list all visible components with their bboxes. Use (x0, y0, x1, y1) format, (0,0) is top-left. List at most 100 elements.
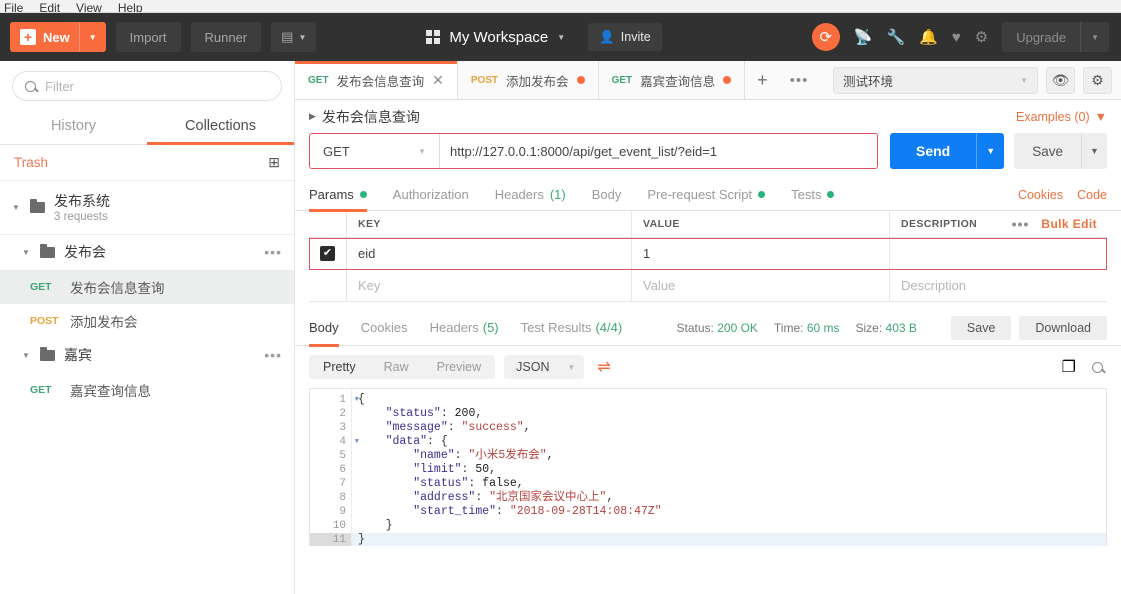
bulk-edit-link[interactable]: Bulk Edit (1041, 217, 1097, 231)
eye-icon: 👁 (1051, 71, 1070, 88)
workspace-name[interactable]: My Workspace (449, 29, 548, 46)
response-tab-body[interactable]: Body (309, 310, 339, 347)
row-description[interactable] (890, 238, 1107, 269)
sidebar-folder-发布会[interactable]: ▼ 发布会 ••• (0, 235, 294, 270)
environment-settings-button[interactable]: ⚙ (1083, 66, 1112, 94)
method-select[interactable]: GET ▼ (310, 134, 440, 168)
view-mode-preview[interactable]: Preview (423, 355, 495, 379)
gear-icon[interactable]: ⚙ (975, 28, 988, 46)
method-badge: POST (30, 314, 59, 327)
params-more-icon[interactable]: ••• (1012, 216, 1030, 232)
open-new-button[interactable]: ▤ ▼ (271, 22, 317, 52)
chevron-down-icon[interactable]: ▼ (22, 248, 31, 257)
response-save-button[interactable]: Save (950, 315, 1012, 340)
cookies-link[interactable]: Cookies (1018, 188, 1063, 202)
subtab-authorization[interactable]: Authorization (393, 179, 469, 211)
fold-toggle-icon[interactable]: ▼ (355, 435, 359, 449)
collection-row[interactable]: ▼ 发布系统 3 requests (0, 181, 294, 235)
format-select[interactable]: JSON ▼ (504, 355, 585, 379)
new-dropdown-caret[interactable]: ▼ (78, 22, 106, 52)
status-label: Status: (676, 320, 714, 335)
sidebar-request-添加发布会[interactable]: POST 添加发布会 (0, 304, 294, 338)
sidebar-request-嘉宾查询信息[interactable]: GET 嘉宾查询信息 (0, 373, 294, 407)
save-dropdown-caret[interactable]: ▼ (1081, 133, 1107, 169)
chevron-down-icon[interactable]: ▼ (22, 351, 31, 360)
tab-more-icon[interactable]: ••• (780, 61, 819, 99)
word-wrap-icon[interactable]: ⇌ (593, 357, 614, 377)
environment-quick-look-button[interactable]: 👁 (1046, 66, 1075, 94)
response-tab-cookies[interactable]: Cookies (361, 310, 408, 346)
tab-method: GET (308, 74, 329, 86)
view-mode-raw[interactable]: Raw (370, 355, 423, 379)
heart-icon[interactable]: ♥ (952, 29, 961, 46)
response-tab-test-results[interactable]: Test Results (4/4) (521, 310, 623, 346)
subtab-headers[interactable]: Headers (1) (495, 179, 566, 211)
send-dropdown-caret[interactable]: ▼ (976, 133, 1005, 169)
environment-select[interactable]: 测试环境 ▼ (833, 66, 1038, 94)
code-token: 50 (475, 463, 490, 476)
response-body-code[interactable]: { "status": 200, "message": "success", "… (352, 389, 1106, 546)
subtab-params[interactable]: Params (309, 179, 367, 212)
placeholder-value[interactable]: Value (632, 270, 890, 301)
import-button[interactable]: Import (115, 22, 181, 52)
trash-link[interactable]: Trash (14, 155, 48, 170)
sidebar-folder-嘉宾[interactable]: ▼ 嘉宾 ••• (0, 338, 294, 373)
sync-icon[interactable]: ⟳ (811, 23, 840, 51)
line-number: 4 ▼ (339, 436, 359, 448)
subtab-tests[interactable]: Tests (791, 179, 835, 211)
response-download-button[interactable]: Download (1019, 315, 1107, 340)
params-placeholder-row[interactable]: Key Value Description (309, 270, 1107, 302)
new-button[interactable]: + New ▼ (10, 22, 106, 52)
code-link[interactable]: Code (1077, 188, 1107, 202)
workspace-chevron-down-icon[interactable]: ▼ (557, 33, 565, 42)
params-row[interactable]: ✔ eid 1 (309, 238, 1107, 270)
request-tab-2[interactable]: POST 添加发布会 (457, 61, 599, 99)
folder-more-icon[interactable]: ••• (264, 244, 282, 260)
placeholder-key[interactable]: Key (347, 270, 632, 301)
subtab-body[interactable]: Body (592, 179, 622, 211)
upgrade-chevron-down-icon[interactable]: ▼ (1080, 22, 1109, 52)
menu-item-file[interactable]: File (4, 2, 23, 12)
tab-collections[interactable]: Collections (147, 109, 294, 145)
response-body-viewer[interactable]: 1 ▼ 2 3 4 ▼ 5 6 7 8 9 10 11 { "status": 200, "messag… (309, 388, 1107, 546)
menu-item-edit[interactable]: Edit (39, 2, 60, 12)
close-icon[interactable]: ✕ (432, 73, 444, 87)
chevron-down-icon[interactable]: ▼ (12, 203, 21, 212)
chevron-right-icon[interactable]: ▶ (309, 111, 316, 122)
search-input[interactable]: Filter (12, 71, 282, 101)
examples-dropdown[interactable]: Examples (0) ▼ (1016, 110, 1107, 124)
copy-icon[interactable]: ❐ (1062, 357, 1076, 377)
response-stats: Status: 200 OK Time: 60 ms Size: 403 B S… (676, 315, 1107, 340)
send-button[interactable]: Send (889, 133, 977, 169)
invite-button[interactable]: 👤 Invite (588, 23, 662, 51)
view-mode-pretty[interactable]: Pretty (309, 355, 370, 379)
bell-icon[interactable]: 🔔 (919, 28, 938, 46)
new-collection-icon[interactable]: ⊞ (268, 154, 280, 171)
wrench-icon[interactable]: 🔧 (886, 28, 905, 46)
menu-item-view[interactable]: View (76, 2, 102, 12)
tab-history[interactable]: History (0, 109, 147, 144)
folder-more-icon[interactable]: ••• (264, 347, 282, 363)
request-tab-1[interactable]: GET 发布会信息查询 ✕ (295, 61, 458, 99)
placeholder-description[interactable]: Description (890, 270, 1107, 301)
fold-toggle-icon[interactable]: ▼ (355, 393, 359, 407)
sidebar-request-发布会信息查询[interactable]: GET 发布会信息查询 (0, 269, 294, 304)
row-value[interactable]: 1 (632, 238, 890, 269)
row-key[interactable]: eid (347, 238, 632, 269)
save-button[interactable]: Save (1014, 133, 1081, 169)
response-tab-headers[interactable]: Headers (5) (430, 310, 499, 346)
satellite-icon[interactable]: 📡 (854, 28, 873, 46)
search-icon[interactable] (1092, 361, 1103, 373)
subtab-pre-request-script[interactable]: Pre-request Script (647, 179, 766, 211)
code-token: "start_time" (358, 505, 497, 518)
new-tab-button[interactable]: + (745, 61, 780, 99)
row-checkbox[interactable]: ✔ (320, 246, 335, 261)
code-token: "address" (358, 491, 476, 504)
request-tab-3[interactable]: GET 嘉宾查询信息 (598, 61, 746, 99)
upgrade-button[interactable]: Upgrade ▼ (1002, 22, 1109, 52)
examples-label: Examples (0) (1015, 109, 1090, 124)
runner-button[interactable]: Runner (190, 22, 262, 52)
url-input[interactable]: http://127.0.0.1:8000/api/get_event_list… (440, 134, 877, 168)
size-value: 403 B (885, 320, 917, 335)
menu-item-help[interactable]: Help (118, 2, 143, 12)
